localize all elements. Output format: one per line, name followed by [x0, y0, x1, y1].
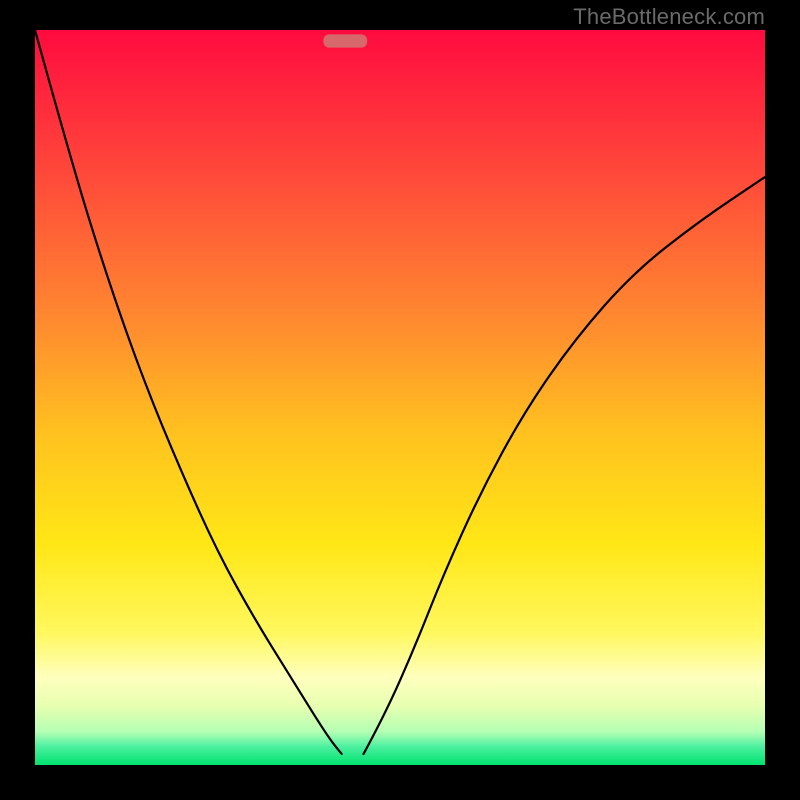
gradient-background [35, 30, 765, 765]
watermark-text: TheBottleneck.com [573, 4, 765, 30]
plot-area [35, 30, 765, 765]
bottleneck-marker [323, 34, 367, 47]
chart-frame: TheBottleneck.com [0, 0, 800, 800]
plot-svg [35, 30, 765, 765]
